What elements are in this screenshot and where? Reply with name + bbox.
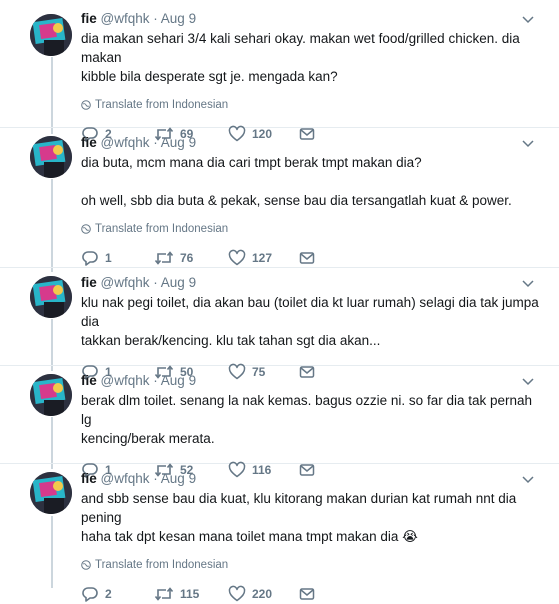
like-icon	[228, 249, 246, 266]
user-name[interactable]: fie	[81, 11, 97, 26]
tweet-actions: 1 76 127	[81, 248, 545, 268]
translate-link[interactable]: Translate from Indonesian	[81, 558, 545, 572]
tweet-date[interactable]: Aug 9	[161, 373, 196, 388]
tweet-header: fie @wfqhk · Aug 9	[81, 373, 197, 388]
user-handle[interactable]: @wfqhk	[101, 373, 150, 388]
like-count: 220	[252, 587, 273, 601]
tweet-date[interactable]: Aug 9	[161, 471, 196, 486]
translate-link[interactable]: Translate from Indonesian	[81, 222, 545, 236]
tweet-actions: 2 115 220	[81, 584, 545, 604]
message-button[interactable]	[299, 248, 315, 268]
translate-link[interactable]: Translate from Indonesian	[81, 98, 545, 112]
message-button[interactable]	[299, 584, 315, 604]
message-icon	[299, 588, 315, 600]
tweet[interactable]: fie @wfqhk · Aug 9 klu nak pegi toilet, …	[0, 268, 559, 380]
tweet[interactable]: fie @wfqhk · Aug 9 berak dlm toilet. sen…	[0, 366, 559, 478]
user-handle[interactable]: @wfqhk	[101, 11, 150, 26]
caret-down-icon[interactable]	[521, 12, 535, 26]
tweet-header: fie @wfqhk · Aug 9	[81, 135, 197, 150]
reply-count: 1	[105, 251, 112, 265]
avatar[interactable]	[30, 14, 72, 56]
translate-label: Translate from Indonesian	[95, 99, 229, 111]
translate-label: Translate from Indonesian	[95, 559, 229, 571]
tweet-text: dia buta, mcm mana dia cari tmpt berak t…	[81, 155, 512, 208]
tweet-header: fie @wfqhk · Aug 9	[81, 11, 197, 26]
tweet-date[interactable]: Aug 9	[161, 11, 196, 26]
tweet-header: fie @wfqhk · Aug 9	[81, 275, 197, 290]
user-name[interactable]: fie	[81, 135, 97, 150]
tweet-header: fie @wfqhk · Aug 9	[81, 471, 197, 486]
retweet-button[interactable]: 76	[154, 248, 193, 268]
globe-icon	[81, 100, 91, 110]
user-name[interactable]: fie	[81, 471, 97, 486]
user-name[interactable]: fie	[81, 373, 97, 388]
tweet[interactable]: fie @wfqhk · Aug 9 dia makan sehari 3/4 …	[0, 0, 559, 142]
tweet-text: berak dlm toilet. senang la nak kemas. b…	[81, 393, 533, 446]
reply-count: 2	[105, 587, 112, 601]
tweet[interactable]: fie @wfqhk · Aug 9 and sbb sense bau dia…	[0, 464, 559, 602]
like-count: 127	[252, 251, 273, 265]
retweet-count: 115	[180, 587, 200, 601]
translate-label: Translate from Indonesian	[95, 223, 229, 235]
avatar[interactable]	[30, 472, 72, 514]
avatar[interactable]	[30, 374, 72, 416]
retweet-icon	[154, 251, 174, 265]
user-handle[interactable]: @wfqhk	[101, 471, 150, 486]
tweet-date[interactable]: Aug 9	[161, 135, 196, 150]
caret-down-icon[interactable]	[521, 136, 535, 150]
globe-icon	[81, 560, 91, 570]
caret-down-icon[interactable]	[521, 276, 535, 290]
globe-icon	[81, 224, 91, 234]
avatar[interactable]	[30, 136, 72, 178]
like-button[interactable]: 127	[228, 248, 272, 268]
tweet-date[interactable]: Aug 9	[161, 275, 196, 290]
reply-button[interactable]: 1	[81, 248, 112, 268]
tweet-text: and sbb sense bau dia kuat, klu kitorang…	[81, 491, 517, 544]
caret-down-icon[interactable]	[521, 472, 535, 486]
user-handle[interactable]: @wfqhk	[101, 135, 150, 150]
user-handle[interactable]: @wfqhk	[101, 275, 150, 290]
retweet-count: 76	[180, 251, 194, 265]
message-icon	[299, 252, 315, 264]
avatar[interactable]	[30, 276, 72, 318]
reply-icon	[82, 251, 98, 266]
tweet-text: dia makan sehari 3/4 kali sehari okay. m…	[81, 31, 520, 84]
tweet[interactable]: fie @wfqhk · Aug 9 dia buta, mcm mana di…	[0, 128, 559, 268]
user-name[interactable]: fie	[81, 275, 97, 290]
caret-down-icon[interactable]	[521, 374, 535, 388]
reply-button[interactable]: 2	[81, 584, 112, 604]
tweet-text: klu nak pegi toilet, dia akan bau (toile…	[81, 295, 539, 348]
retweet-button[interactable]: 115	[154, 584, 199, 604]
like-button[interactable]: 220	[228, 584, 272, 604]
